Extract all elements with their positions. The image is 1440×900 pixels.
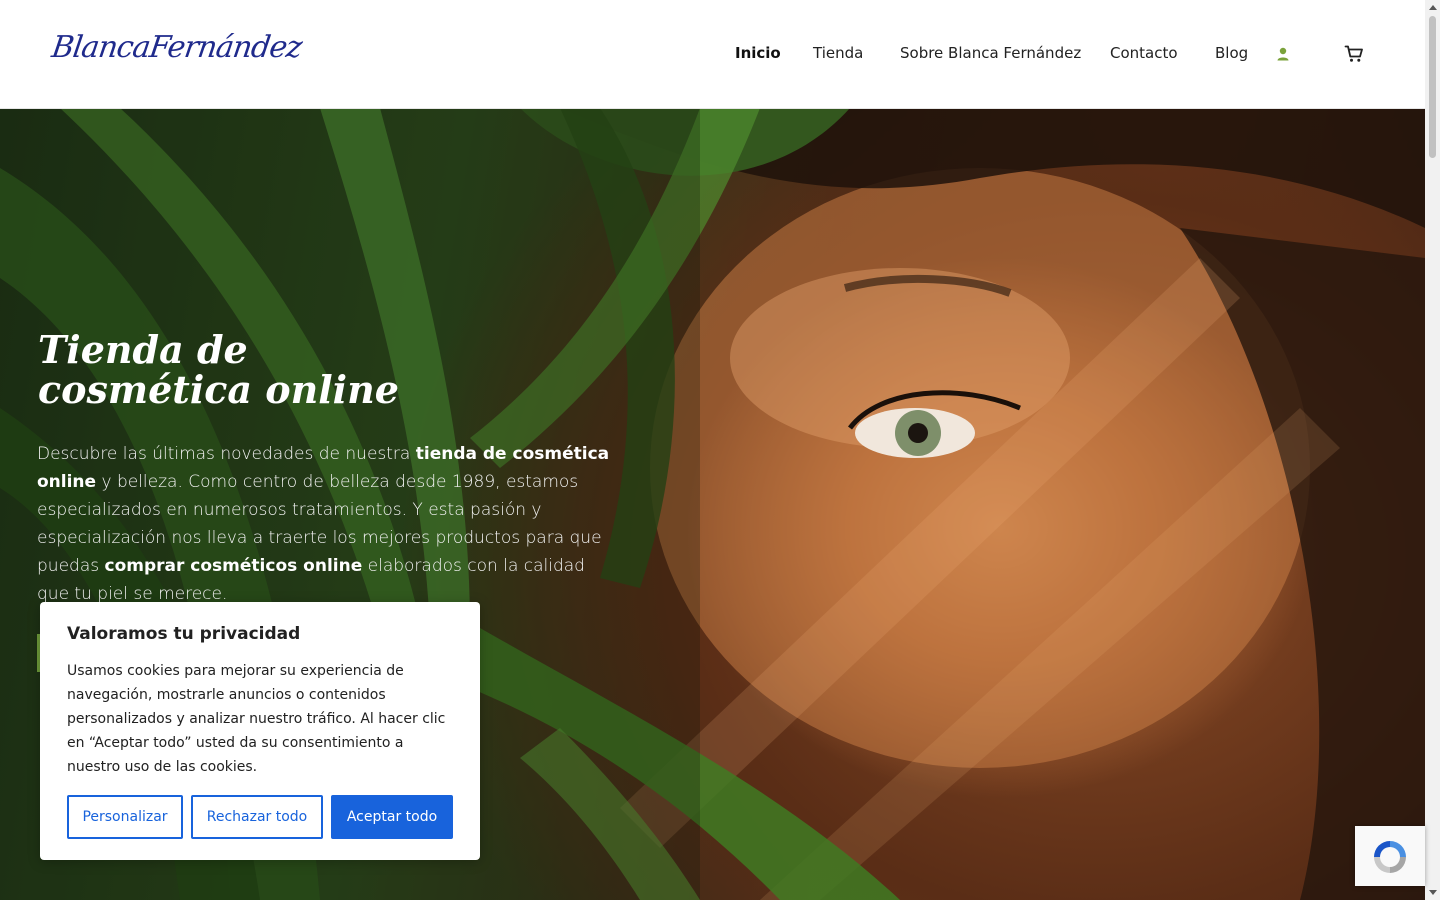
cart-icon[interactable] <box>1344 44 1364 64</box>
site-header: BlancaFernández Inicio Tienda Sobre Blan… <box>0 0 1425 109</box>
logo-text: BlancaFernández <box>49 30 304 65</box>
scroll-up-arrow-icon[interactable] <box>1429 5 1437 10</box>
recaptcha-badge[interactable] <box>1355 826 1425 886</box>
nav-item-blog[interactable]: Blog <box>1215 44 1248 62</box>
cookie-description: Usamos cookies para mejorar su experienc… <box>67 663 446 775</box>
nav-item-inicio[interactable]: Inicio <box>735 44 781 62</box>
site-logo[interactable]: BlancaFernández <box>50 28 304 78</box>
hero-description: Descubre las últimas novedades de nuestr… <box>37 440 617 608</box>
hero-title: Tienda de cosmética online <box>38 330 399 410</box>
reject-all-button[interactable]: Rechazar todo <box>191 795 323 839</box>
hero-text-part-1: Descubre las últimas novedades de nuestr… <box>37 444 416 464</box>
customize-button[interactable]: Personalizar <box>67 795 183 839</box>
cookie-title: Valoramos tu privacidad <box>67 624 301 644</box>
hero-title-line-2: cosmética online <box>38 367 399 412</box>
scroll-down-arrow-icon[interactable] <box>1429 890 1437 895</box>
nav-item-contacto[interactable]: Contacto <box>1110 44 1178 62</box>
nav-item-tienda[interactable]: Tienda <box>813 44 863 62</box>
scrollbar-thumb[interactable] <box>1429 16 1436 158</box>
cookie-consent-dialog: Valoramos tu privacidad Usamos cookies p… <box>40 602 480 860</box>
nav-item-sobre[interactable]: Sobre Blanca Fernández <box>900 44 1081 62</box>
recaptcha-icon <box>1374 841 1406 873</box>
user-icon[interactable] <box>1275 46 1291 62</box>
accept-all-button[interactable]: Aceptar todo <box>331 795 453 839</box>
page-scrollbar[interactable] <box>1425 0 1440 900</box>
hero-text-bold-2: comprar cosméticos online <box>104 556 363 576</box>
hero-title-line-1: Tienda de <box>38 327 248 372</box>
